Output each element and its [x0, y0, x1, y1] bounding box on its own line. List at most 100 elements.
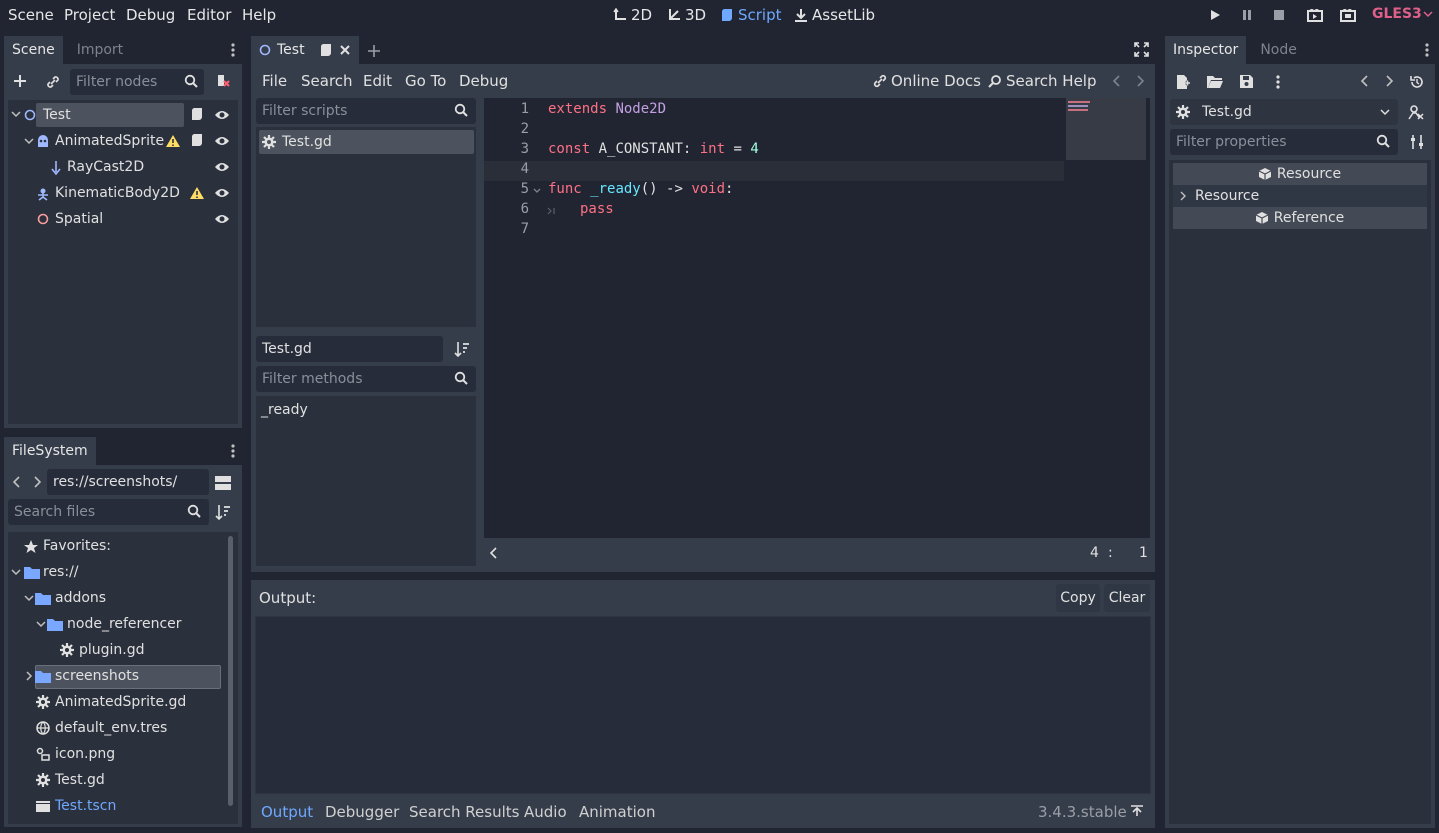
tools-icon[interactable]: [1409, 134, 1425, 150]
chevron-left-icon[interactable]: [12, 476, 22, 488]
object-properties-icon[interactable]: [1408, 104, 1424, 120]
bottom-tab-audio[interactable]: Audio: [524, 803, 567, 821]
menu-editor[interactable]: Editor: [187, 6, 231, 24]
open-folder-icon[interactable]: [1207, 75, 1223, 89]
chevron-right-icon[interactable]: [1384, 75, 1394, 87]
filter-methods-input[interactable]: Filter methods: [256, 366, 476, 392]
favorites-label[interactable]: Favorites:: [43, 534, 111, 558]
method-list-item[interactable]: _ready: [261, 402, 308, 418]
tree-node-label[interactable]: KinematicBody2D: [55, 181, 180, 205]
tree-node-label[interactable]: Spatial: [55, 207, 103, 231]
filter-scripts-input[interactable]: Filter scripts: [256, 98, 476, 124]
expand-panel-icon[interactable]: [1130, 805, 1144, 817]
filter-nodes-input[interactable]: Filter nodes: [70, 69, 204, 95]
file-item[interactable]: default_env.tres: [55, 716, 167, 740]
visibility-eye-icon[interactable]: [214, 211, 230, 227]
add-node-icon[interactable]: [12, 73, 28, 89]
chevron-down-icon[interactable]: [24, 593, 34, 603]
resource-selector[interactable]: Test.gd: [1170, 99, 1398, 125]
mode-assetlib-button[interactable]: AssetLib: [794, 6, 875, 24]
chevron-right-icon[interactable]: [24, 671, 34, 681]
menu-help[interactable]: Help: [242, 6, 276, 24]
section-resource[interactable]: Resource: [1173, 185, 1427, 207]
output-log[interactable]: [255, 616, 1151, 794]
file-item[interactable]: res://: [43, 560, 79, 584]
warning-icon[interactable]: [189, 186, 205, 200]
search-files-input[interactable]: Search files: [8, 499, 209, 525]
file-item[interactable]: icon.png: [55, 742, 115, 766]
pause-icon[interactable]: [1238, 7, 1256, 23]
bottom-tab-animation[interactable]: Animation: [579, 803, 655, 821]
tree-node-label[interactable]: AnimatedSprite: [55, 129, 164, 153]
path-field[interactable]: res://screenshots/: [47, 469, 209, 495]
fullscreen-icon[interactable]: [1134, 42, 1149, 57]
visibility-eye-icon[interactable]: [214, 133, 230, 149]
file-item[interactable]: Test.tscn: [55, 794, 116, 818]
renderer-selector[interactable]: GLES3: [1372, 6, 1422, 22]
tree-node-label[interactable]: RayCast2D: [67, 155, 144, 179]
play-icon[interactable]: [1206, 7, 1224, 23]
tab-filesystem[interactable]: FileSystem: [4, 437, 96, 465]
script-menu-search[interactable]: Search: [301, 72, 353, 90]
sort-icon[interactable]: [215, 504, 231, 520]
file-item[interactable]: AnimatedSprite.gd: [55, 690, 186, 714]
mode-3d-button[interactable]: 3D: [667, 6, 706, 24]
mode-2d-button[interactable]: 2D: [613, 6, 652, 24]
more-options-icon[interactable]: [1274, 74, 1282, 90]
script-menu-edit[interactable]: Edit: [363, 72, 392, 90]
chevron-left-icon[interactable]: [1112, 75, 1122, 87]
save-icon[interactable]: [1239, 74, 1254, 89]
file-item[interactable]: screenshots: [55, 664, 139, 688]
file-item[interactable]: Test.gd: [55, 768, 105, 792]
script-icon[interactable]: [190, 107, 204, 121]
script-menu-goto[interactable]: Go To: [405, 72, 446, 90]
toggle-scripts-panel-icon[interactable]: [489, 547, 499, 559]
bottom-tab-search-results[interactable]: Search Results: [409, 803, 519, 821]
script-list-item[interactable]: Test.gd: [259, 130, 474, 154]
new-resource-icon[interactable]: [1175, 74, 1191, 90]
bottom-tab-output[interactable]: Output: [261, 803, 313, 821]
dock-menu-icon[interactable]: [1423, 42, 1431, 58]
filter-properties-input[interactable]: Filter properties: [1170, 129, 1398, 155]
file-tree-scrollbar[interactable]: [228, 536, 233, 806]
menu-project[interactable]: Project: [64, 6, 115, 24]
tab-scene[interactable]: Scene: [4, 36, 63, 64]
mode-script-button[interactable]: Script: [720, 6, 782, 24]
chevron-down-icon[interactable]: [24, 136, 34, 146]
tab-import[interactable]: Import: [69, 36, 131, 64]
remote-scene-icon[interactable]: [215, 73, 231, 89]
play-scene-icon[interactable]: [1306, 7, 1324, 23]
warning-icon[interactable]: [165, 134, 181, 148]
chevron-left-icon[interactable]: [1360, 75, 1370, 87]
visibility-eye-icon[interactable]: [214, 159, 230, 175]
close-icon[interactable]: [339, 44, 351, 56]
file-item[interactable]: addons: [55, 586, 106, 610]
tab-inspector[interactable]: Inspector: [1165, 36, 1247, 64]
visibility-eye-icon[interactable]: [214, 107, 230, 123]
sort-icon[interactable]: [454, 341, 470, 357]
play-custom-scene-icon[interactable]: [1339, 7, 1357, 23]
menu-scene[interactable]: Scene: [8, 6, 54, 24]
stop-icon[interactable]: [1270, 7, 1288, 23]
file-item[interactable]: plugin.gd: [79, 638, 145, 662]
dock-menu-icon[interactable]: [229, 42, 237, 58]
tab-node[interactable]: Node: [1252, 36, 1305, 64]
chevron-right-icon[interactable]: [1135, 75, 1145, 87]
chevron-down-icon[interactable]: [36, 619, 46, 629]
search-help-button[interactable]: Search Help: [988, 72, 1097, 90]
file-item[interactable]: node_referencer: [67, 612, 182, 636]
scene-tab-test[interactable]: Test: [251, 36, 359, 64]
add-tab-icon[interactable]: [367, 44, 381, 58]
script-menu-file[interactable]: File: [262, 72, 287, 90]
fold-arrow-icon[interactable]: [533, 187, 541, 195]
visibility-eye-icon[interactable]: [214, 185, 230, 201]
dock-menu-icon[interactable]: [229, 443, 237, 459]
chevron-down-icon[interactable]: [11, 109, 21, 119]
clear-button[interactable]: Clear: [1104, 584, 1150, 612]
script-icon[interactable]: [190, 133, 204, 147]
chevron-down-icon[interactable]: [11, 567, 21, 577]
split-view-icon[interactable]: [215, 475, 231, 491]
online-docs-button[interactable]: Online Docs: [873, 72, 981, 90]
link-icon[interactable]: [45, 74, 61, 90]
history-icon[interactable]: [1409, 74, 1425, 90]
